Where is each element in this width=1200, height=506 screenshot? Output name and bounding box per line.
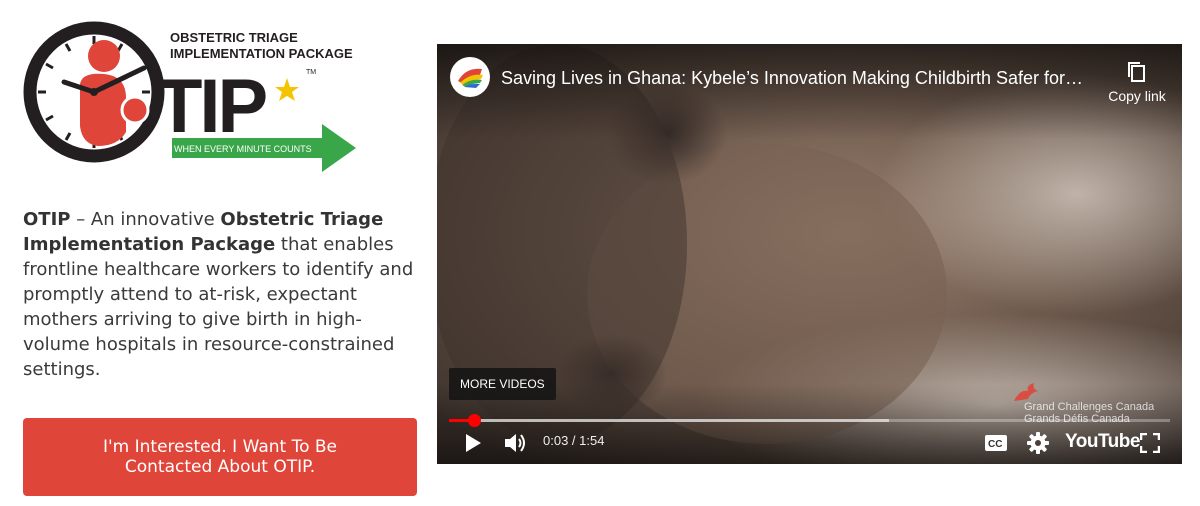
time-separator: / <box>568 433 580 448</box>
star-icon <box>275 78 299 101</box>
progress-loaded <box>449 419 889 422</box>
progress-scrubber[interactable] <box>467 414 481 427</box>
interested-button[interactable]: I'm Interested. I Want To Be Contacted A… <box>23 418 417 496</box>
leaf-icon <box>1014 383 1038 401</box>
description: OTIP – An innovative Obstetric Triage Im… <box>23 207 418 382</box>
fullscreen-icon <box>1140 433 1160 453</box>
time-current: 0:03 <box>543 433 569 448</box>
description-acronym: OTIP <box>23 209 71 230</box>
channel-avatar[interactable] <box>450 57 490 97</box>
mother-body <box>80 73 126 146</box>
play-icon <box>466 434 481 452</box>
logo-tip: TIP <box>156 64 267 149</box>
progress-bar[interactable] <box>449 414 1170 427</box>
top-gradient <box>437 44 1182 139</box>
youtube-logo[interactable]: YouTube <box>1065 431 1140 453</box>
logo-line1: OBSTETRIC TRIAGE <box>170 30 298 45</box>
settings-button[interactable] <box>1025 430 1051 456</box>
captions-icon: CC <box>985 435 1007 451</box>
logo-line2: IMPLEMENTATION PACKAGE <box>170 46 353 61</box>
video-player[interactable]: Saving Lives in Ghana: Kybele’s Innovati… <box>437 44 1182 464</box>
logo-tagline: WHEN EVERY MINUTE COUNTS <box>174 144 312 154</box>
volume-button[interactable] <box>501 430 531 456</box>
time-total: 1:54 <box>579 433 605 448</box>
otip-logo: OBSTETRIC TRIAGE IMPLEMENTATION PACKAGE … <box>22 14 362 184</box>
description-dash: – An innovative <box>70 209 221 230</box>
video-title[interactable]: Saving Lives in Ghana: Kybele’s Innovati… <box>501 68 1111 89</box>
copy-link-label: Copy link <box>1108 88 1166 104</box>
svg-text:CC: CC <box>988 439 1002 450</box>
fullscreen-button[interactable] <box>1137 430 1163 456</box>
volume-icon <box>505 434 525 452</box>
copy-icon <box>1128 62 1145 82</box>
captions-button[interactable]: CC <box>983 430 1009 456</box>
description-rest: that enables frontline healthcare worker… <box>23 234 414 380</box>
baby-head <box>120 95 150 125</box>
settings-icon <box>1027 432 1049 454</box>
time-display: 0:03 / 1:54 <box>543 433 604 448</box>
logo-tm: TM <box>306 69 316 76</box>
copy-link-button[interactable]: Copy link <box>1097 60 1177 104</box>
mother-head <box>88 40 120 72</box>
play-button[interactable] <box>459 430 487 456</box>
more-videos-button[interactable]: MORE VIDEOS <box>449 368 556 400</box>
